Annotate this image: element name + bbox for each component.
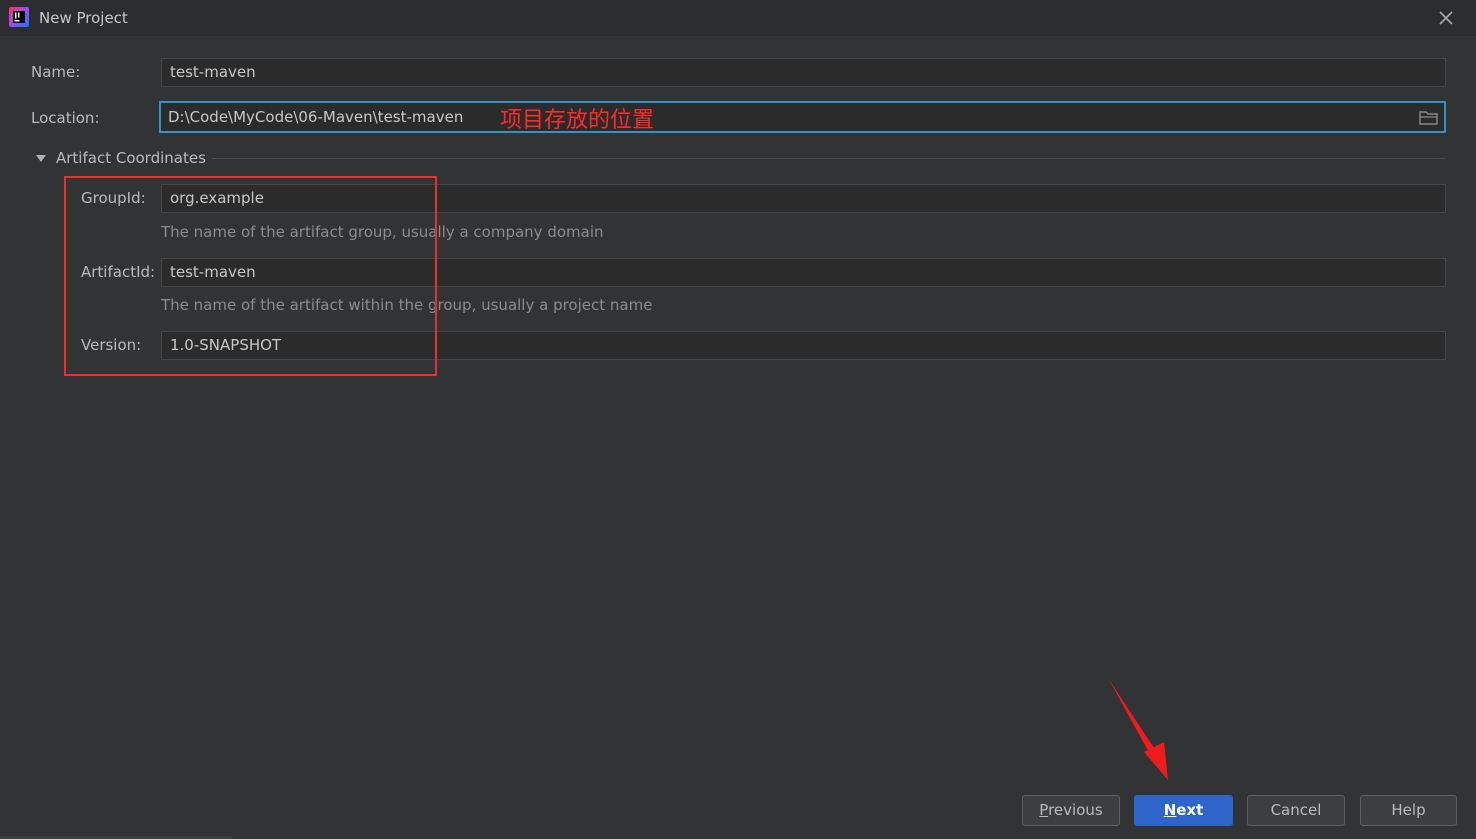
next-mnemonic: N — [1163, 801, 1177, 819]
window-title: New Project — [39, 9, 128, 27]
name-input[interactable]: test-maven — [161, 58, 1446, 87]
help-button[interactable]: Help — [1360, 795, 1457, 826]
intellij-idea-icon — [9, 7, 29, 27]
title-bar: New Project — [0, 0, 1476, 36]
section-divider — [212, 158, 1446, 159]
cancel-button[interactable]: Cancel — [1247, 795, 1345, 826]
previous-button[interactable]: Previous — [1022, 795, 1120, 826]
close-icon[interactable] — [1434, 6, 1458, 30]
next-label: ext — [1176, 801, 1204, 819]
name-label: Name: — [31, 63, 81, 81]
folder-icon[interactable] — [1419, 110, 1439, 126]
previous-label: revious — [1048, 801, 1103, 819]
red-arrow-icon — [1108, 678, 1168, 780]
collapse-arrow-icon[interactable] — [35, 154, 47, 164]
location-annotation: 项目存放的位置 — [500, 108, 655, 133]
next-button[interactable]: Next — [1134, 795, 1233, 826]
location-label: Location: — [31, 109, 100, 127]
highlight-box — [64, 176, 437, 376]
previous-mnemonic: P — [1039, 801, 1049, 819]
location-input[interactable]: D:\Code\MyCode\06-Maven\test-maven — [159, 101, 1446, 133]
artifact-coordinates-title[interactable]: Artifact Coordinates — [56, 149, 206, 167]
